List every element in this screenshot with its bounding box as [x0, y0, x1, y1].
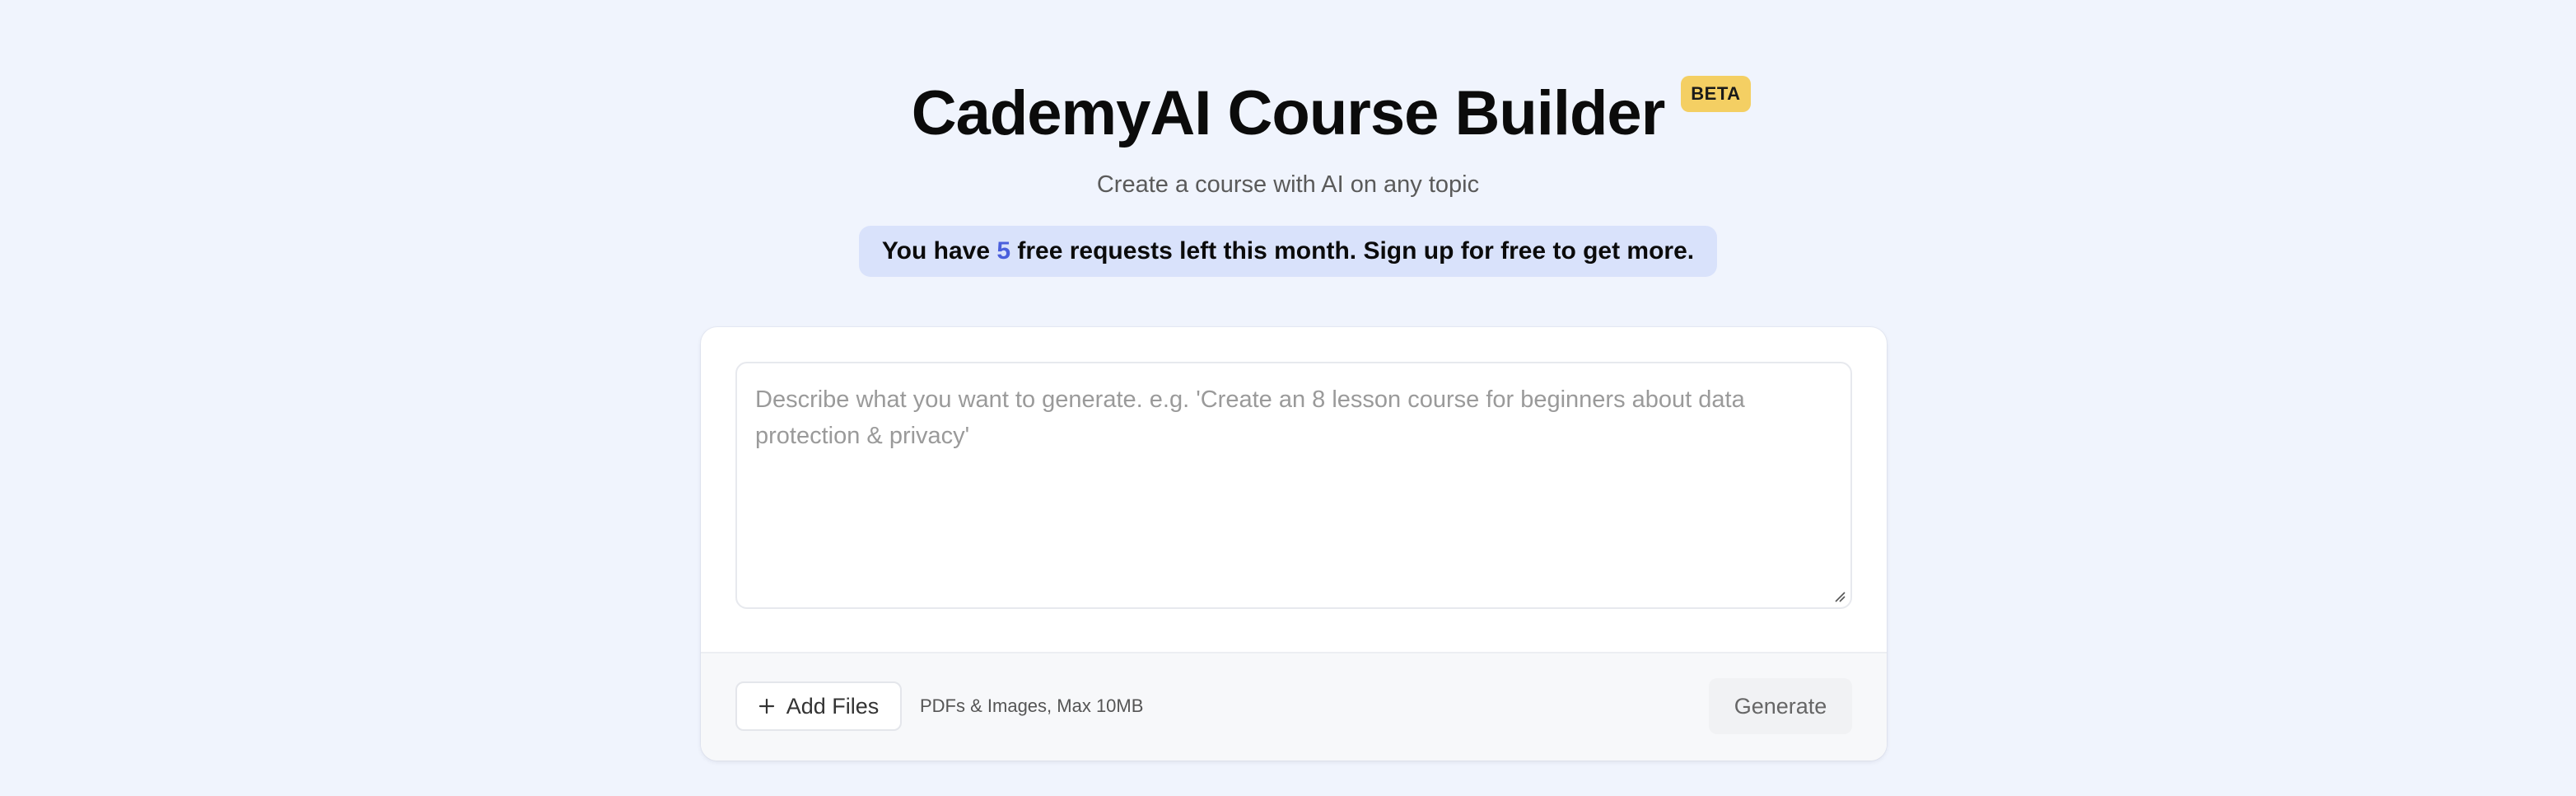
generate-button[interactable]: Generate — [1709, 678, 1852, 734]
prompt-placeholder: Describe what you want to generate. e.g.… — [755, 386, 1745, 449]
page-subtitle: Create a course with AI on any topic — [1096, 171, 1480, 198]
plus-icon — [758, 698, 774, 714]
add-files-label: Add Files — [786, 693, 880, 719]
page-title: CademyAI Course Builder BETA — [911, 73, 1751, 155]
course-builder-card: Describe what you want to generate. e.g.… — [701, 327, 1887, 761]
title-row: CademyAI Course Builder BETA — [0, 73, 2576, 155]
resize-handle-icon[interactable] — [1834, 591, 1846, 602]
page-title-text: CademyAI Course Builder — [911, 78, 1666, 148]
notice-suffix: free requests left this month. Sign up f… — [1010, 237, 1695, 265]
file-types-hint: PDFs & Images, Max 10MB — [920, 695, 1144, 716]
add-files-button[interactable]: Add Files — [735, 681, 902, 731]
beta-badge: BETA — [1681, 76, 1751, 112]
card-footer: Add Files PDFs & Images, Max 10MB Genera… — [701, 652, 1887, 761]
requests-notice-wrapper: You have 5 free requests left this month… — [0, 226, 2576, 277]
notice-prefix: You have — [881, 237, 997, 265]
prompt-textarea[interactable]: Describe what you want to generate. e.g.… — [735, 362, 1852, 609]
requests-notice: You have 5 free requests left this month… — [858, 226, 1718, 277]
requests-remaining-count: 5 — [996, 237, 1011, 265]
